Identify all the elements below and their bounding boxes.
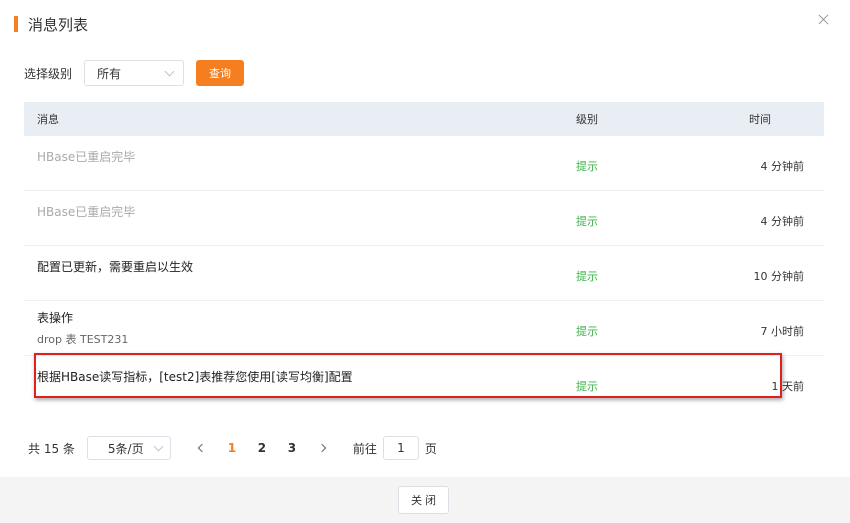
message-time: 4 分钟前 xyxy=(760,215,805,228)
close-icon[interactable] xyxy=(816,12,832,28)
message-time: 7 小时前 xyxy=(760,325,805,338)
page-number-2[interactable]: 2 xyxy=(247,436,277,460)
query-button[interactable]: 查询 xyxy=(196,60,245,86)
goto-page-input[interactable] xyxy=(382,436,419,460)
goto-label: 前往 xyxy=(352,441,377,456)
title-accent-bar xyxy=(14,16,18,32)
page-number-3[interactable]: 3 xyxy=(277,436,307,460)
message-title: HBase已重启完毕 xyxy=(37,205,136,219)
page-unit-label: 页 xyxy=(424,441,437,456)
chevron-down-icon xyxy=(153,441,164,452)
level-badge: 提示 xyxy=(576,215,598,228)
message-time: 4 分钟前 xyxy=(760,160,805,173)
message-title: 配置已更新，需要重启以生效 xyxy=(37,260,194,274)
table-row[interactable]: HBase已重启完毕 提示 4 分钟前 xyxy=(24,191,824,246)
column-header-message: 消息 xyxy=(37,113,59,126)
level-select-value: 所有 xyxy=(97,66,122,81)
column-header-time: 时间 xyxy=(749,113,771,126)
total-count: 共 15 条 xyxy=(28,441,75,456)
next-page-button[interactable] xyxy=(307,436,337,460)
chevron-down-icon xyxy=(164,66,175,77)
message-list-dialog: 消息列表 选择级别 所有 查询 消息 级别 时间 HBase已重启完毕 提示 4… xyxy=(0,0,850,523)
table-row[interactable]: 表操作 drop 表 TEST231 提示 7 小时前 xyxy=(24,301,824,356)
filter-row: 选择级别 所有 查询 xyxy=(24,60,245,86)
dialog-header: 消息列表 xyxy=(14,14,88,34)
message-title: HBase已重启完毕 xyxy=(37,150,136,164)
level-badge: 提示 xyxy=(576,325,598,338)
dialog-title: 消息列表 xyxy=(28,15,89,34)
level-badge: 提示 xyxy=(576,270,598,283)
message-subtitle: drop 表 TEST231 xyxy=(37,333,129,346)
pagination: 共 15 条 5条/页 1 2 3 前往 页 xyxy=(28,436,437,460)
level-filter-label: 选择级别 xyxy=(24,66,73,81)
highlight-annotation-box xyxy=(34,353,782,398)
page-size-select[interactable]: 5条/页 xyxy=(86,436,171,460)
level-badge: 提示 xyxy=(576,160,598,173)
table-header: 消息 级别 时间 xyxy=(24,102,824,136)
column-header-level: 级别 xyxy=(576,113,598,126)
message-title: 表操作 xyxy=(37,311,74,325)
message-time: 10 分钟前 xyxy=(753,270,805,283)
page-size-value: 5条/页 xyxy=(107,441,144,456)
page-number-1[interactable]: 1 xyxy=(217,436,247,460)
table-row[interactable]: 配置已更新，需要重启以生效 提示 10 分钟前 xyxy=(24,246,824,301)
chevron-left-icon xyxy=(197,443,207,453)
dialog-footer: 关 闭 xyxy=(0,477,850,523)
chevron-right-icon xyxy=(317,443,327,453)
table-row[interactable]: HBase已重启完毕 提示 4 分钟前 xyxy=(24,136,824,191)
level-select[interactable]: 所有 xyxy=(84,60,185,86)
prev-page-button[interactable] xyxy=(187,436,217,460)
close-button[interactable]: 关 闭 xyxy=(398,486,449,514)
